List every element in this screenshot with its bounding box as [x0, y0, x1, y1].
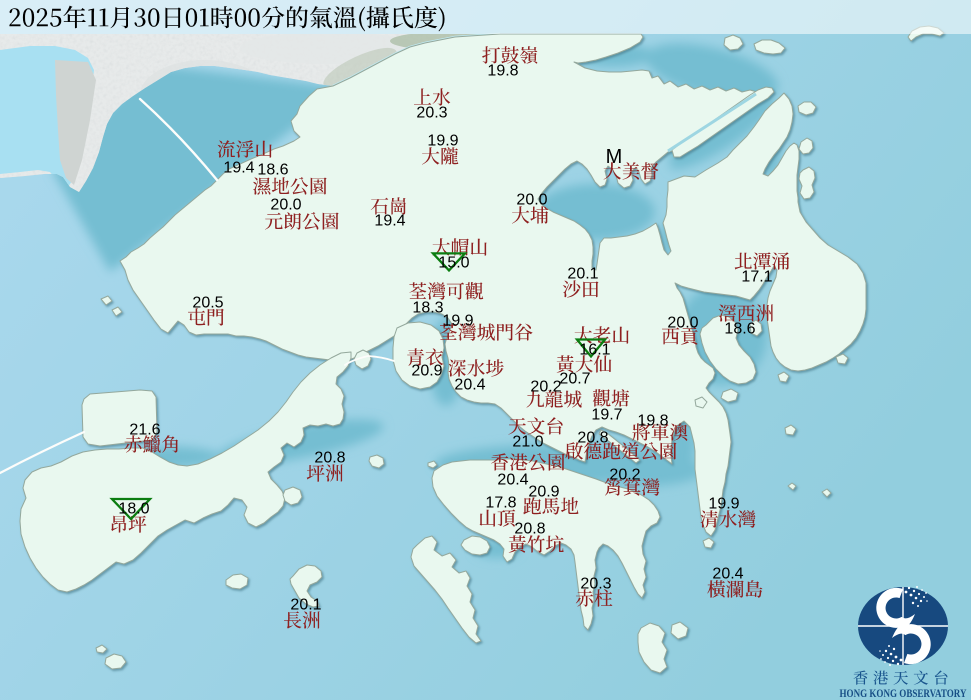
svg-text:20.9: 20.9: [528, 484, 559, 501]
svg-text:20.4: 20.4: [454, 377, 485, 394]
svg-text:20.2: 20.2: [530, 379, 561, 396]
svg-text:19.9: 19.9: [427, 133, 458, 150]
svg-text:20.7: 20.7: [559, 371, 590, 388]
svg-text:20.8: 20.8: [577, 430, 608, 447]
svg-text:18.6: 18.6: [724, 321, 755, 338]
svg-text:19.8: 19.8: [487, 63, 518, 80]
svg-text:20.8: 20.8: [314, 450, 345, 467]
svg-text:20.5: 20.5: [192, 295, 223, 312]
svg-text:20.4: 20.4: [497, 472, 528, 489]
svg-text:19.4: 19.4: [374, 213, 405, 230]
svg-text:20.3: 20.3: [416, 105, 447, 122]
svg-text:19.9: 19.9: [442, 313, 473, 330]
svg-text:19.9: 19.9: [708, 496, 739, 513]
svg-text:20.0: 20.0: [270, 197, 301, 214]
svg-text:20.0: 20.0: [516, 192, 547, 209]
svg-text:16.1: 16.1: [579, 342, 610, 359]
svg-text:17.8: 17.8: [485, 495, 516, 512]
svg-text:20.8: 20.8: [514, 521, 545, 538]
svg-text:M: M: [606, 146, 623, 168]
svg-text:20.0: 20.0: [667, 315, 698, 332]
svg-text:17.1: 17.1: [741, 269, 772, 286]
svg-text:20.2: 20.2: [609, 467, 640, 484]
svg-text:15.0: 15.0: [438, 255, 469, 272]
svg-text:21.6: 21.6: [129, 422, 160, 439]
svg-text:19.7: 19.7: [591, 407, 622, 424]
svg-text:18.6: 18.6: [257, 162, 288, 179]
svg-text:20.1: 20.1: [290, 597, 321, 614]
svg-text:19.8: 19.8: [637, 413, 668, 430]
svg-text:21.0: 21.0: [512, 434, 543, 451]
svg-text:18.3: 18.3: [412, 300, 443, 317]
svg-text:20.1: 20.1: [567, 266, 598, 283]
svg-text:20.4: 20.4: [712, 566, 743, 583]
svg-text:18.0: 18.0: [118, 501, 149, 518]
svg-text:20.9: 20.9: [411, 363, 442, 380]
svg-text:19.4: 19.4: [223, 160, 254, 177]
svg-text:HONG KONG OBSERVATORY: HONG KONG OBSERVATORY: [840, 688, 968, 700]
svg-text:20.3: 20.3: [580, 576, 611, 593]
